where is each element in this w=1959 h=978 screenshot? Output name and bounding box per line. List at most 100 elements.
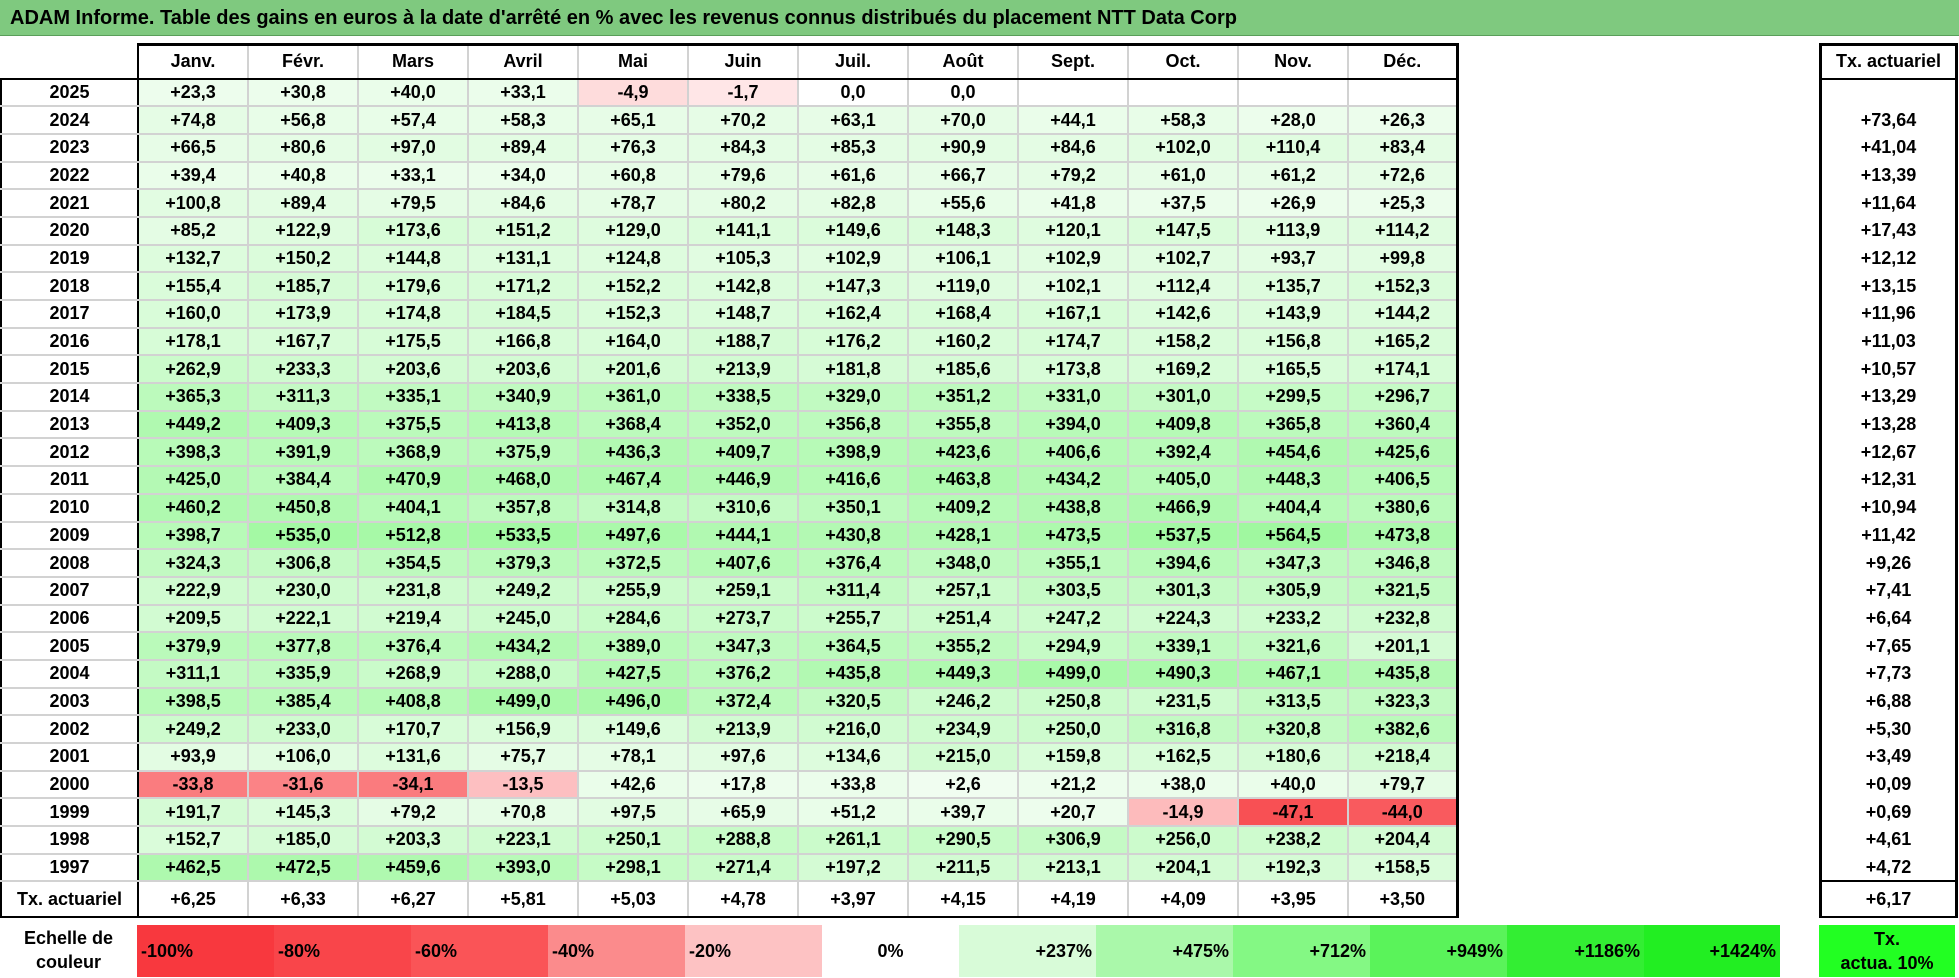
value-cell: +185,6: [907, 354, 1019, 385]
value-cell: +80,6: [247, 132, 359, 163]
value-cell: +233,0: [247, 714, 359, 744]
value-cell: +262,9: [137, 354, 249, 385]
value-cell: +211,5: [907, 852, 1019, 883]
value-cell: +350,1: [797, 492, 909, 523]
year-cell: 2012: [0, 437, 139, 468]
value-cell: +301,3: [1127, 575, 1239, 606]
color-scale-step: +1186%: [1507, 925, 1644, 977]
value-cell: +203,3: [357, 825, 469, 855]
value-cell: +256,0: [1127, 825, 1239, 855]
value-cell: +44,1: [1017, 105, 1129, 135]
value-cell: +311,3: [247, 382, 359, 412]
year-cell: 2013: [0, 409, 139, 440]
value-cell: +110,4: [1237, 132, 1349, 163]
year-cell: 2000: [0, 769, 139, 800]
color-scale-actuarial-line1: Tx.: [1873, 929, 1900, 949]
value-cell: +468,0: [467, 465, 579, 495]
table-row: 2009 +398,7 +535,0 +512,8 +533,5 +497,6 +444,1…: [0, 520, 1459, 551]
value-cell: +106,1: [907, 243, 1019, 274]
year-cell: 2010: [0, 492, 139, 523]
actuarial-cell: +13,15: [1819, 272, 1958, 300]
actuarial-cell: +0,09: [1819, 770, 1958, 799]
value-cell: +251,4: [907, 603, 1019, 634]
value-cell: +376,2: [687, 658, 799, 689]
value-cell: +535,0: [247, 520, 359, 551]
table-row: 2015 +262,9 +233,3 +203,6 +203,6 +201,6 +213,9…: [0, 354, 1459, 385]
value-cell: -14,9: [1127, 797, 1239, 828]
value-cell: +85,2: [137, 215, 249, 246]
value-cell: +294,9: [1017, 631, 1129, 661]
value-cell: +497,6: [577, 520, 689, 551]
actuarial-cell: +13,28: [1819, 410, 1958, 439]
value-cell: +131,6: [357, 742, 469, 772]
total-row: Tx. actuariel +6,25 +6,33 +6,27 +5,81 +5,03 +4…: [0, 880, 1459, 919]
color-scale-step: +712%: [1233, 925, 1370, 977]
value-cell: +303,5: [1017, 575, 1129, 606]
value-cell: +423,6: [907, 437, 1019, 468]
value-cell: +288,0: [467, 658, 579, 689]
value-cell: +76,3: [577, 132, 689, 163]
actuarial-cell: +11,96: [1819, 300, 1958, 328]
value-cell: +152,3: [577, 299, 689, 329]
value-cell: +372,4: [687, 686, 799, 717]
value-cell: +25,3: [1347, 188, 1459, 218]
value-cell: +106,0: [247, 742, 359, 772]
value-cell: +102,9: [1017, 243, 1129, 274]
value-cell: +70,8: [467, 797, 579, 828]
value-cell: +124,8: [577, 243, 689, 274]
value-cell: +78,1: [577, 742, 689, 772]
value-cell: +305,9: [1237, 575, 1349, 606]
value-cell: +405,0: [1127, 465, 1239, 495]
actuarial-cell: +0,69: [1819, 798, 1958, 827]
month-header: Janv.: [137, 43, 249, 80]
value-cell: +499,0: [467, 686, 579, 717]
value-cell: +438,8: [1017, 492, 1129, 523]
value-cell: +61,2: [1237, 160, 1349, 191]
color-scale-step: -60%: [411, 925, 548, 977]
value-cell: -13,5: [467, 769, 579, 800]
table-row: 1997 +462,5 +472,5 +459,6 +393,0 +298,1 +271,4…: [0, 852, 1459, 883]
value-cell: +148,7: [687, 299, 799, 329]
value-cell: +537,5: [1127, 520, 1239, 551]
year-cell: 2001: [0, 742, 139, 772]
value-cell: +159,8: [1017, 742, 1129, 772]
value-cell: +413,8: [467, 409, 579, 440]
value-cell: +233,2: [1237, 603, 1349, 634]
value-cell: +368,9: [357, 437, 469, 468]
value-cell: +375,5: [357, 409, 469, 440]
value-cell: +79,2: [1017, 160, 1129, 191]
value-cell: +149,6: [797, 215, 909, 246]
value-cell: +79,7: [1347, 769, 1459, 800]
value-cell: +449,2: [137, 409, 249, 440]
value-cell: +113,9: [1237, 215, 1349, 246]
value-cell: +459,6: [357, 852, 469, 883]
value-cell: +249,2: [137, 714, 249, 744]
value-cell: +314,8: [577, 492, 689, 523]
total-value-cell: +3,97: [797, 880, 909, 919]
actuarial-cell: +7,73: [1819, 659, 1958, 688]
value-cell: +347,3: [1237, 548, 1349, 578]
value-cell: +74,8: [137, 105, 249, 135]
value-cell: +175,5: [357, 326, 469, 357]
value-cell: +167,7: [247, 326, 359, 357]
value-cell: +324,3: [137, 548, 249, 578]
value-cell: +70,0: [907, 105, 1019, 135]
color-scale-label-line2: couleur: [35, 952, 101, 972]
value-cell: +84,6: [1017, 132, 1129, 163]
header-row: Janv. Févr. Mars Avril Mai Juin Juil. Août Sept.…: [1, 43, 1459, 80]
total-value-cell: +4,09: [1127, 880, 1239, 919]
value-cell: +354,5: [357, 548, 469, 578]
table-row: 2011 +425,0 +384,4 +470,9 +468,0 +467,4 +446,9…: [0, 465, 1459, 495]
color-scale-step: +1424%: [1644, 925, 1780, 977]
table-row: 1999 +191,7 +145,3 +79,2 +70,8 +97,5 +65,9 +51,…: [0, 797, 1459, 828]
value-cell: +329,0: [797, 382, 909, 412]
value-cell: +331,0: [1017, 382, 1129, 412]
value-cell: +219,4: [357, 603, 469, 634]
value-cell: +409,3: [247, 409, 359, 440]
value-cell: +361,0: [577, 382, 689, 412]
actuarial-cell: +10,94: [1819, 493, 1958, 522]
color-scale-step: -40%: [548, 925, 685, 977]
color-scale-actuarial: Tx. actua. 10%: [1819, 925, 1955, 977]
actuarial-cell: +11,03: [1819, 327, 1958, 356]
year-cell: 2009: [0, 520, 139, 551]
